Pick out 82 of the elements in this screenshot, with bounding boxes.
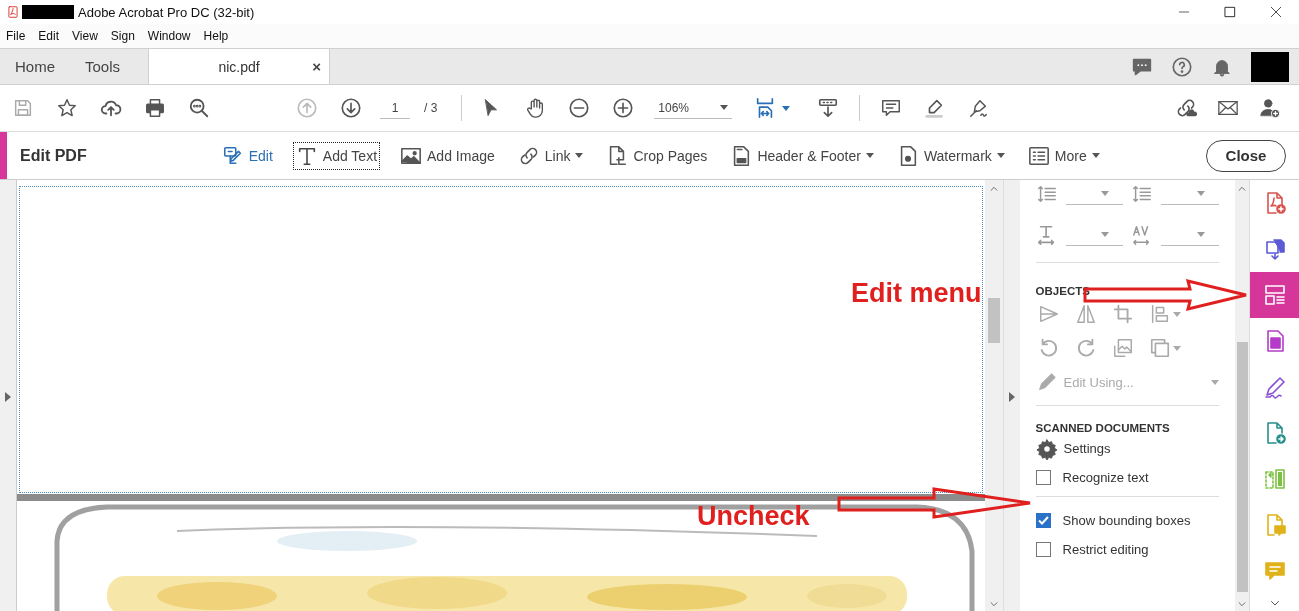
expand-arrow-icon[interactable] xyxy=(1008,391,1015,402)
help-icon[interactable] xyxy=(1171,55,1193,78)
scrollbar-thumb[interactable] xyxy=(987,298,1000,343)
scroll-down-icon[interactable] xyxy=(1237,599,1247,609)
tool-accent-bar xyxy=(0,132,7,179)
flip-horizontal-icon[interactable] xyxy=(1037,303,1060,325)
caret-icon xyxy=(1172,311,1181,317)
redaction-block xyxy=(22,5,74,19)
caret-icon xyxy=(1196,232,1205,237)
pdf-icon xyxy=(6,4,20,20)
zoom-in-icon[interactable] xyxy=(612,97,635,119)
star-icon[interactable] xyxy=(56,97,78,119)
caret-icon xyxy=(1196,191,1205,196)
zoom-dropdown[interactable]: 106% xyxy=(654,97,733,119)
add-person-icon[interactable] xyxy=(1259,97,1281,119)
tool-title: Edit PDF xyxy=(20,146,87,165)
tool-button[interactable]: Add Text xyxy=(292,141,381,170)
caret-icon xyxy=(782,105,791,111)
menu-item[interactable]: Help xyxy=(203,29,229,43)
tool-button[interactable]: Watermark xyxy=(893,141,1008,170)
window-title: Adobe Acrobat Pro DC (32-bit) xyxy=(78,4,255,20)
tool-button[interactable]: Header & Footer xyxy=(727,141,877,170)
tool-button[interactable]: Link xyxy=(514,141,587,170)
gear-icon xyxy=(1035,437,1058,460)
line-spacing-icon[interactable] xyxy=(1035,183,1058,205)
close-button[interactable]: Close xyxy=(1206,139,1286,172)
scroll-down-icon[interactable] xyxy=(988,599,999,609)
crop-icon[interactable] xyxy=(1111,303,1134,325)
redaction-block xyxy=(1251,51,1289,82)
search-icon[interactable] xyxy=(188,97,210,119)
maximize-icon[interactable] xyxy=(1223,5,1237,19)
paragraph-spacing-icon[interactable] xyxy=(1131,183,1154,205)
checkbox-label: Show bounding boxes xyxy=(1062,513,1191,528)
list-icon xyxy=(1027,144,1050,167)
comment-icon[interactable] xyxy=(880,97,903,119)
tool-button[interactable]: Add Image xyxy=(397,141,498,170)
layout-icon[interactable] xyxy=(1262,283,1287,307)
replace-image-icon[interactable] xyxy=(1111,337,1134,359)
link-cloud-icon[interactable] xyxy=(1175,97,1197,119)
columns-icon[interactable] xyxy=(1262,467,1287,491)
arrow-down-circle-icon[interactable] xyxy=(340,97,362,119)
page-number-field[interactable]: 1 xyxy=(380,97,410,119)
tool-button[interactable]: Edit xyxy=(218,141,276,170)
expand-arrow-icon[interactable] xyxy=(4,391,11,402)
caret-icon xyxy=(1101,191,1110,196)
caret-icon xyxy=(1210,379,1219,385)
caret-icon xyxy=(720,105,729,110)
checkbox[interactable] xyxy=(1035,542,1051,557)
pen-icon[interactable] xyxy=(1262,375,1287,399)
zoom-out-icon[interactable] xyxy=(568,97,591,119)
checkbox-label: Restrict editing xyxy=(1062,542,1149,557)
scroll-up-icon[interactable] xyxy=(988,184,999,194)
tab[interactable]: Home xyxy=(0,49,70,84)
save-icon[interactable] xyxy=(12,97,34,119)
close-icon[interactable] xyxy=(1269,5,1283,19)
section-heading: SCANNED DOCUMENTS xyxy=(1035,421,1171,434)
menu-item[interactable]: View xyxy=(72,29,98,43)
arrange-icon[interactable] xyxy=(1148,337,1171,359)
tool-button[interactable]: Crop Pages xyxy=(603,141,711,170)
annotation-label: Edit menu xyxy=(851,278,982,309)
checkbox-label: Recognize text xyxy=(1062,470,1149,485)
caret-icon xyxy=(1172,345,1181,351)
menu-item[interactable]: Edit xyxy=(38,29,60,43)
menu-item[interactable]: Window xyxy=(147,29,191,43)
close-tab-button[interactable]: × xyxy=(312,58,322,75)
tab[interactable]: Tools xyxy=(70,49,136,84)
page-total: / 3 xyxy=(424,101,438,115)
scroll-mode-icon[interactable] xyxy=(817,97,840,119)
annotation-label: Uncheck xyxy=(697,501,810,532)
scrollbar-thumb[interactable] xyxy=(1236,342,1248,592)
print-icon[interactable] xyxy=(144,97,166,119)
edit-icon xyxy=(221,144,244,167)
checkbox[interactable] xyxy=(1035,470,1051,485)
scroll-up-icon[interactable] xyxy=(1237,184,1247,194)
flip-vertical-icon[interactable] xyxy=(1074,303,1097,325)
settings-button[interactable]: Settings xyxy=(1035,434,1219,463)
menu-item[interactable]: File xyxy=(6,29,26,43)
checkbox[interactable] xyxy=(1035,513,1051,528)
menu-item[interactable]: Sign xyxy=(110,29,135,43)
tool-button[interactable]: More xyxy=(1024,141,1103,170)
caret-icon xyxy=(1101,232,1110,237)
tab[interactable]: nic.pdf × xyxy=(148,49,331,84)
